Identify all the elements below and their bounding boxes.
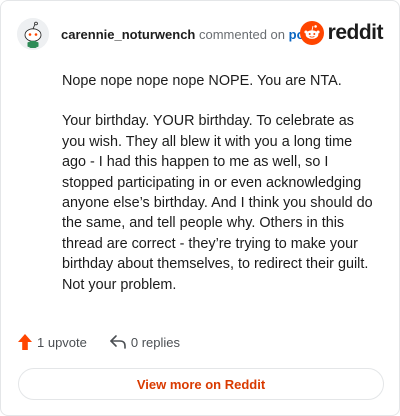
upvote-arrow-icon xyxy=(18,334,32,350)
upvote-count: 1 upvote xyxy=(37,334,87,350)
reddit-logo[interactable]: reddit xyxy=(299,21,384,45)
comment-header: carennie_noturwench commented on post re… xyxy=(17,17,384,51)
reddit-wordmark: reddit xyxy=(327,21,384,44)
comment-body: Nope nope nope nope NOPE. You are NTA. Y… xyxy=(62,71,380,315)
commented-on-text: commented on xyxy=(199,26,285,42)
avatar-snoo-icon xyxy=(17,18,49,50)
replies-button[interactable]: 0 replies xyxy=(109,334,180,350)
view-more-button[interactable]: View more on Reddit xyxy=(18,368,384,400)
username-link[interactable]: carennie_noturwench xyxy=(61,27,195,42)
reddit-logo-icon xyxy=(299,21,324,45)
user-avatar[interactable] xyxy=(17,18,49,50)
replies-count: 0 replies xyxy=(130,334,181,350)
comment-actions: 1 upvote 0 replies xyxy=(17,333,180,351)
upvote-button[interactable]: 1 upvote xyxy=(17,333,87,351)
comment-embed-card: carennie_noturwench commented on post re… xyxy=(0,0,400,416)
comment-paragraph: Nope nope nope nope NOPE. You are NTA. xyxy=(62,73,342,89)
comment-meta: carennie_noturwench commented on post xyxy=(61,27,316,42)
reply-arrow-icon xyxy=(110,335,126,349)
comment-paragraph: Your birthday. YOUR birthday. To celebra… xyxy=(62,113,373,293)
